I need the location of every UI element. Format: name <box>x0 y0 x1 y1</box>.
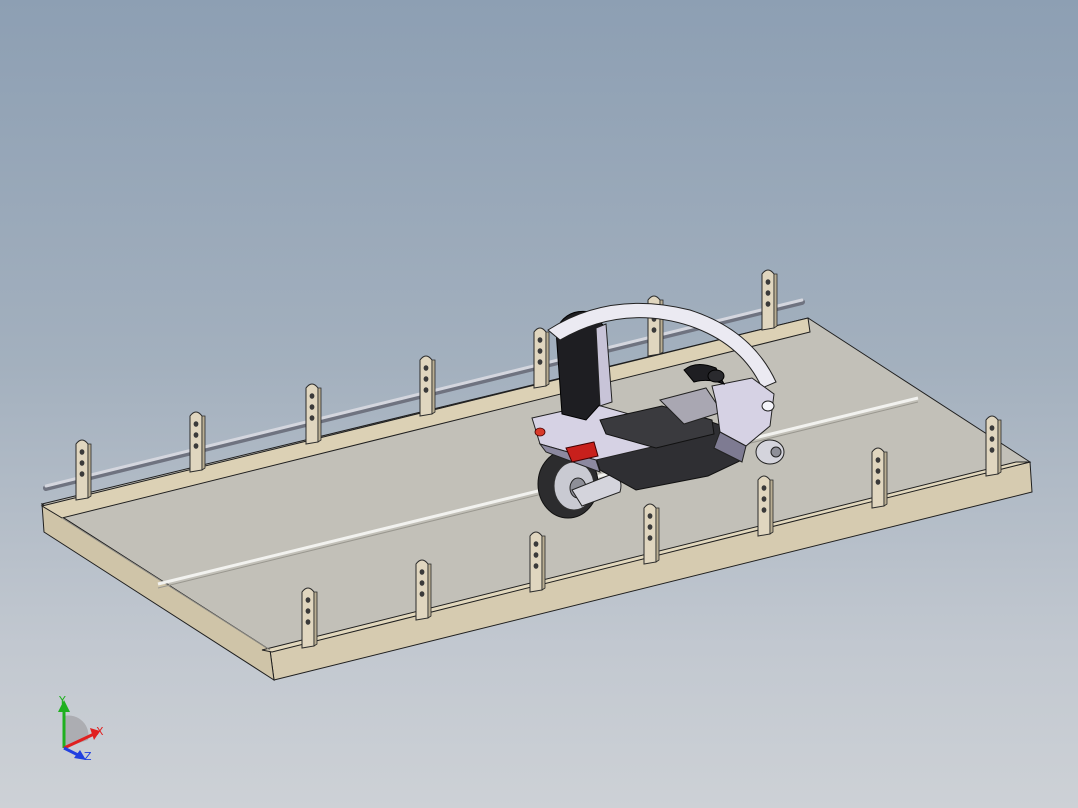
stanchion-post <box>533 327 547 389</box>
stanchion-hole <box>193 432 199 438</box>
graphics-viewport[interactable]: Y X Z <box>0 0 1078 808</box>
stanchion-side <box>883 451 888 507</box>
back-stanchion-5[interactable] <box>533 327 550 389</box>
stanchion-post <box>75 439 89 501</box>
stanchion-hole <box>305 619 311 625</box>
stanchion-hole <box>537 348 543 354</box>
stanchion-side <box>773 273 778 329</box>
front-stanchion-4[interactable] <box>643 503 660 565</box>
stanchion-hole <box>423 376 429 382</box>
stanchion-post <box>301 587 315 649</box>
stanchion-hole <box>537 337 543 343</box>
stanchion-hole <box>533 541 539 547</box>
stanchion-side <box>427 563 432 619</box>
stanchion-hole <box>647 535 653 541</box>
triad-x-label: X <box>96 725 104 738</box>
stanchion-hole <box>875 457 881 463</box>
front-hub-center <box>770 446 782 458</box>
triad-z-label: Z <box>84 750 92 763</box>
front-stanchion-5[interactable] <box>757 475 774 537</box>
stanchion-side <box>655 507 660 563</box>
stanchion-hole <box>419 569 425 575</box>
back-stanchion-1[interactable] <box>75 439 92 501</box>
stanchion-hole <box>419 580 425 586</box>
stanchion-post <box>529 531 543 593</box>
stanchion-hole <box>423 387 429 393</box>
front-stanchion-2[interactable] <box>415 559 432 621</box>
stanchion-post <box>305 383 319 445</box>
model-scene[interactable]: Y X Z <box>0 0 1078 808</box>
stanchion-hole <box>309 393 315 399</box>
stanchion-side <box>541 535 546 591</box>
stanchion-post <box>761 269 775 331</box>
stanchion-hole <box>309 415 315 421</box>
front-stanchion-6[interactable] <box>871 447 888 509</box>
back-stanchion-3[interactable] <box>305 383 322 445</box>
stanchion-hole <box>647 524 653 530</box>
stanchion-post <box>419 355 433 417</box>
stanchion-hole <box>309 404 315 410</box>
stanchion-hole <box>423 365 429 371</box>
handlebar-grip <box>707 369 725 383</box>
stanchion-post <box>871 447 885 509</box>
stanchion-side <box>997 419 1002 475</box>
stanchion-hole <box>419 591 425 597</box>
stanchion-hole <box>537 359 543 365</box>
stanchion-side <box>431 359 436 415</box>
stanchion-side <box>87 443 92 499</box>
front-stanchion-3[interactable] <box>529 531 546 593</box>
stanchion-hole <box>761 507 767 513</box>
stanchion-hole <box>765 290 771 296</box>
back-stanchion-4[interactable] <box>419 355 436 417</box>
back-stanchion-7[interactable] <box>761 269 778 331</box>
stanchion-hole <box>989 436 995 442</box>
stanchion-hole <box>79 449 85 455</box>
stanchion-post <box>985 415 999 477</box>
stanchion-side <box>769 479 774 535</box>
stanchion-hole <box>305 608 311 614</box>
stanchion-hole <box>79 460 85 466</box>
stanchion-post <box>189 411 203 473</box>
back-stanchion-2[interactable] <box>189 411 206 473</box>
stanchion-post <box>643 503 657 565</box>
stanchion-hole <box>875 468 881 474</box>
stanchion-hole <box>765 301 771 307</box>
stanchion-hole <box>761 496 767 502</box>
stanchion-hole <box>651 327 657 333</box>
triad-y-label: Y <box>58 694 66 707</box>
stanchion-hole <box>193 443 199 449</box>
stanchion-hole <box>305 597 311 603</box>
side-reflector <box>534 427 546 437</box>
stanchion-side <box>317 387 322 443</box>
stanchion-post <box>415 559 429 621</box>
stanchion-hole <box>647 513 653 519</box>
front-stanchion-1[interactable] <box>301 587 318 649</box>
stanchion-side <box>545 331 550 387</box>
stanchion-post <box>757 475 771 537</box>
stanchion-hole <box>765 279 771 285</box>
stanchion-hole <box>193 421 199 427</box>
stanchion-hole <box>761 485 767 491</box>
headlight <box>761 400 775 412</box>
stanchion-hole <box>989 425 995 431</box>
reference-triad[interactable]: Y X Z <box>58 694 104 763</box>
stanchion-hole <box>989 447 995 453</box>
stanchion-side <box>313 591 318 647</box>
stanchion-hole <box>533 563 539 569</box>
stanchion-hole <box>533 552 539 558</box>
front-stanchion-7[interactable] <box>985 415 1002 477</box>
stanchion-hole <box>79 471 85 477</box>
stanchion-side <box>201 415 206 471</box>
stanchion-hole <box>875 479 881 485</box>
